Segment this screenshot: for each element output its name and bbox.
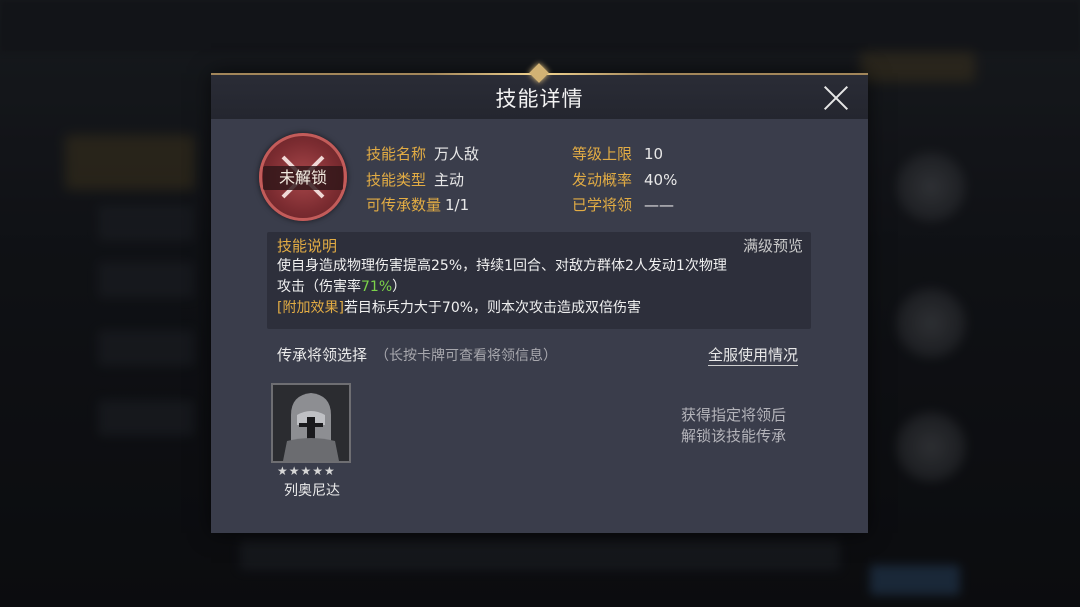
inherit-count-row: 可传承数量 1/1	[366, 194, 469, 215]
skill-type-row: 技能类型 主动	[366, 169, 464, 190]
general-name: 列奥尼达	[284, 483, 340, 499]
trigger-chance-key: 发动概率	[572, 171, 633, 189]
trigger-chance-value: 40%	[644, 171, 678, 189]
inherit-hint-text: （长按卡牌可查看将领信息）	[375, 348, 558, 364]
skill-type-value: 主动	[434, 171, 465, 189]
dialog-title: 技能详情	[495, 87, 584, 111]
description-line-2: 攻击（伤害率71%）	[277, 277, 807, 298]
skill-detail-dialog: 技能详情 未解锁 技能名称 万人敌 技能类型 主动 可传承数量 1/1 等级上限 10 …	[211, 63, 868, 533]
general-card[interactable]	[271, 383, 351, 463]
description-line-1: 使自身造成物理伤害提高25%，持续1回合、对敌方群体2人发动1次物理	[277, 258, 727, 274]
level-cap-value: 10	[644, 145, 664, 163]
locked-label: 未解锁	[263, 166, 343, 190]
inherit-title-text: 传承将领选择	[277, 346, 368, 364]
skill-name-key: 技能名称	[366, 145, 427, 163]
skill-name-row: 技能名称 万人敌	[366, 143, 479, 164]
server-usage-link[interactable]: 全服使用情况	[708, 344, 799, 366]
inherit-count-key: 可传承数量	[366, 196, 442, 214]
max-level-preview-button[interactable]: 满级预览	[743, 235, 803, 256]
description-line-2-prefix: 攻击（伤害率	[277, 279, 361, 295]
damage-rate-value: 71%	[361, 279, 393, 295]
learned-generals-key: 已学将领	[572, 196, 633, 214]
general-stars: ★★★★★	[277, 464, 336, 478]
inherit-section-title: 传承将领选择 （长按卡牌可查看将领信息）	[277, 344, 557, 365]
skill-name-value: 万人敌	[434, 145, 480, 163]
helmet-portrait-icon	[273, 385, 349, 461]
unlock-hint-line-2: 解锁该技能传承	[681, 427, 787, 445]
skill-type-key: 技能类型	[366, 171, 427, 189]
description-line-3: [附加效果]若目标兵力大于70%，则本次攻击造成双倍伤害	[277, 298, 807, 319]
description-title: 技能说明	[277, 237, 338, 255]
inherit-count-value: 1/1	[445, 196, 470, 214]
description-line-2-suffix: ）	[392, 279, 407, 295]
skill-description-box: 技能说明 满级预览 使自身造成物理伤害提高25%，持续1回合、对敌方群体2人发动…	[267, 232, 811, 329]
description-text: 使自身造成物理伤害提高25%，持续1回合、对敌方群体2人发动1次物理 攻击（伤害…	[277, 256, 807, 319]
learned-generals-row: 已学将领 ——	[572, 194, 674, 215]
level-cap-row: 等级上限 10	[572, 143, 663, 164]
level-cap-key: 等级上限	[572, 145, 633, 163]
extra-effect-text: 若目标兵力大于70%，则本次攻击造成双倍伤害	[343, 300, 642, 316]
dialog-header: 技能详情	[211, 63, 868, 119]
unlock-hint: 获得指定将领后 解锁该技能传承	[681, 405, 786, 447]
trigger-chance-row: 发动概率 40%	[572, 169, 677, 190]
extra-effect-tag: [附加效果]	[277, 300, 344, 316]
unlock-hint-line-1: 获得指定将领后	[681, 406, 787, 424]
close-icon[interactable]	[822, 84, 850, 112]
learned-generals-value: ——	[644, 196, 675, 214]
